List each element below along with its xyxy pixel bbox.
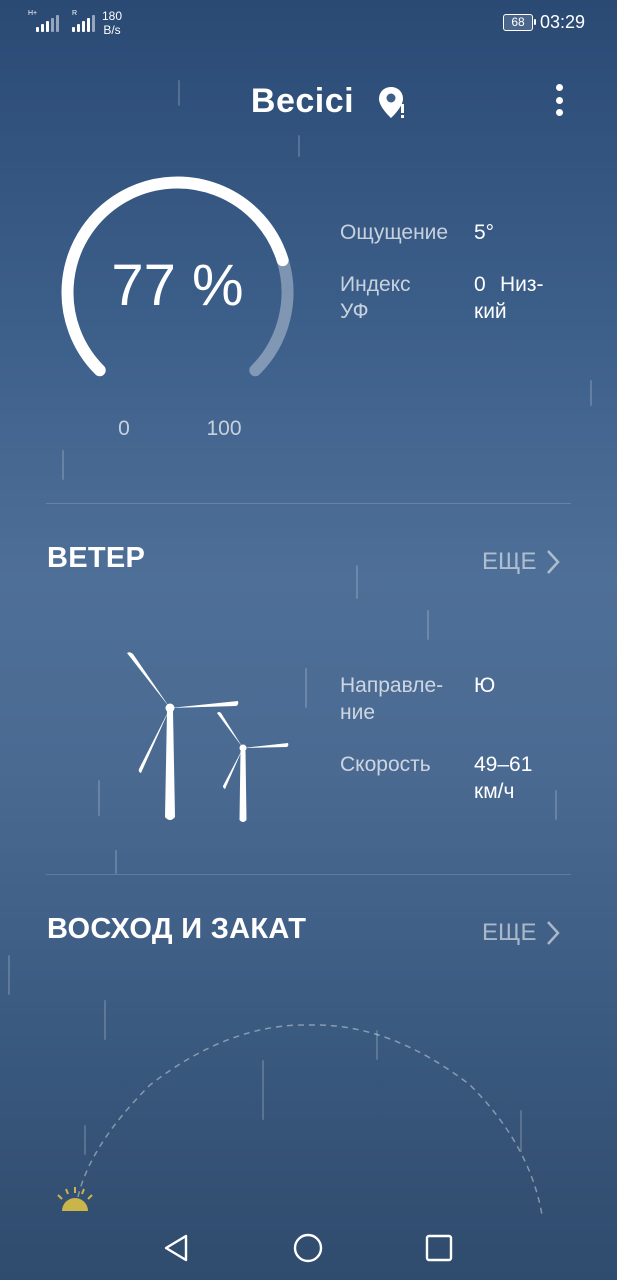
uv-index-level-line2: кий	[474, 300, 507, 323]
wind-speed-unit: км/ч	[474, 780, 515, 803]
location-name: Becici	[250, 82, 355, 120]
network-speed: 180 B/s	[102, 9, 122, 37]
rain-streak	[62, 450, 64, 480]
wind-direction-label: Направле-	[340, 674, 444, 697]
roaming-label: R	[72, 10, 78, 17]
uv-index-level: Низ-	[500, 273, 544, 296]
wind-more-label: ЕЩЕ	[482, 548, 537, 575]
rain-streak	[8, 955, 10, 995]
wind-direction-value: Ю	[474, 674, 496, 697]
chevron-right-icon	[546, 921, 560, 945]
sunrise-sunset-more-label: ЕЩЕ	[482, 919, 537, 946]
recents-square-icon[interactable]	[421, 1230, 457, 1266]
feels-like-label: Ощущение	[340, 221, 449, 244]
home-circle-icon[interactable]	[290, 1230, 326, 1266]
more-options-button[interactable]	[546, 80, 572, 120]
sunrise-sunset-more-link[interactable]: ЕЩЕ	[482, 919, 561, 947]
feels-like-value: 5°	[474, 221, 495, 244]
status-bar: H+ R 180 B/s 68 03:29	[0, 0, 617, 46]
rain-streak	[555, 790, 557, 820]
battery-level: 68	[511, 15, 525, 29]
wind-speed-label: Скорость	[340, 753, 431, 776]
wind-section-title: ВЕТЕР	[47, 542, 146, 574]
uv-index-value: 0	[474, 273, 486, 296]
network-type-label: H+	[28, 10, 38, 17]
wind-speed-value: 49–61	[474, 753, 533, 776]
uv-index-label-line2: УФ	[340, 300, 369, 323]
signal-strength-icon: R	[72, 10, 95, 32]
wind-direction-label-line2: ние	[340, 701, 376, 724]
status-time: 03:29	[540, 12, 586, 32]
back-triangle-icon[interactable]	[158, 1230, 194, 1266]
wind-turbines-icon	[127, 652, 289, 822]
sun-path-arc	[57, 1024, 543, 1215]
divider	[46, 874, 571, 875]
network-speed-unit: B/s	[103, 23, 121, 37]
rain-streak	[115, 850, 117, 874]
sun-icon	[57, 1187, 93, 1211]
location-pin-icon[interactable]	[378, 86, 408, 120]
rain-streak	[356, 565, 358, 599]
rain-streak	[298, 135, 300, 157]
gauge-max-label: 100	[206, 417, 242, 440]
rain-streak	[590, 380, 592, 406]
rain-streak	[305, 668, 307, 708]
humidity-value: 77 %	[111, 253, 244, 318]
wind-more-link[interactable]: ЕЩЕ	[482, 548, 561, 576]
battery-icon: 68	[503, 14, 536, 31]
network-speed-value: 180	[102, 9, 123, 23]
rain-streak	[427, 610, 429, 640]
divider	[46, 503, 571, 504]
page-title: Becici	[0, 82, 617, 121]
rain-streak	[98, 780, 100, 816]
signal-strength-icon: H+	[28, 10, 59, 32]
uv-index-label: Индекс	[340, 273, 411, 296]
sunrise-sunset-section-title: ВОСХОД И ЗАКАТ	[47, 913, 307, 945]
chevron-right-icon	[546, 550, 560, 574]
more-vertical-icon	[555, 84, 563, 91]
gauge-min-label: 0	[118, 417, 130, 440]
system-navigation-bar	[0, 1210, 617, 1280]
